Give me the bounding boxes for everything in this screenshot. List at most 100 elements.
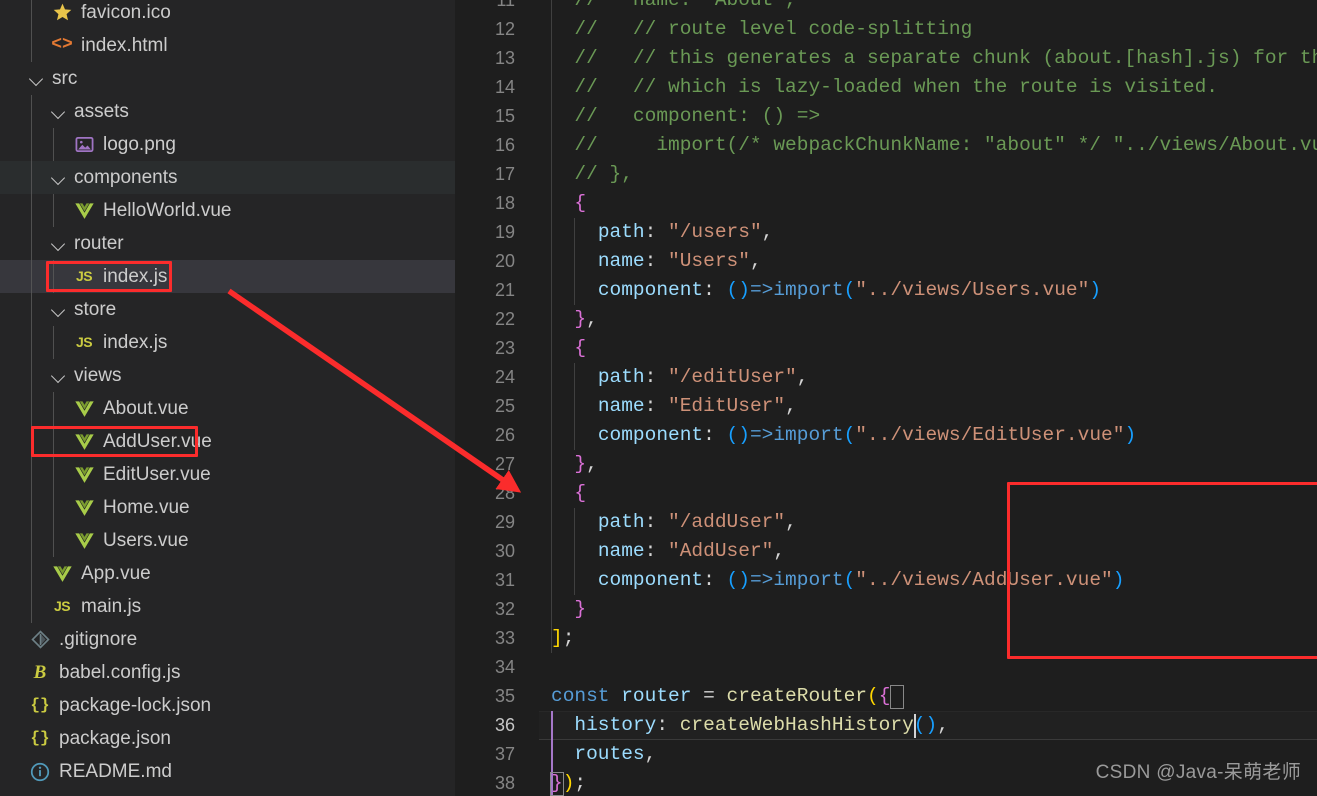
code-line-14[interactable]: 14 // // which is lazy-loaded when the r… [455, 73, 1317, 102]
tree-item-store[interactable]: store [0, 293, 455, 326]
star-icon [50, 1, 74, 25]
tree-item-package-lock-json[interactable]: {} package-lock.json [0, 689, 455, 722]
code-line-13[interactable]: 13 // // this generates a separate chunk… [455, 44, 1317, 73]
tree-item-label: main.js [81, 596, 142, 617]
tree-item-index-js[interactable]: JS index.js [0, 326, 455, 359]
code-line-12[interactable]: 12 // // route level code-splitting [455, 15, 1317, 44]
tree-item-package-json[interactable]: {} package.json [0, 722, 455, 755]
bracket-match-highlight [550, 772, 564, 796]
git-icon [28, 628, 52, 652]
token: { [574, 482, 587, 504]
tree-item-main-js[interactable]: JS main.js [0, 590, 455, 623]
vue-icon [72, 496, 96, 520]
line-number: 35 [494, 686, 515, 706]
code-line-22[interactable]: 22 }, [455, 305, 1317, 334]
token: "../views/AddUser.vue" [855, 569, 1113, 591]
token: } [574, 308, 587, 330]
chevron-down-icon[interactable] [50, 103, 67, 120]
code-text: path: "/users", [551, 218, 774, 247]
line-number: 17 [494, 164, 515, 184]
code-line-35[interactable]: 35 const router = createRouter({ [455, 682, 1317, 711]
code-line-15[interactable]: 15 // component: () => [455, 102, 1317, 131]
code-line-29[interactable]: 29 path: "/addUser", [455, 508, 1317, 537]
code-line-33[interactable]: 33]; [455, 624, 1317, 653]
token: , [586, 453, 598, 475]
tree-item-label: EditUser.vue [103, 464, 211, 485]
js-icon: JS [75, 334, 93, 350]
tree-item-label: Users.vue [103, 530, 189, 551]
chevron-down-icon[interactable] [50, 169, 67, 186]
code-line-36[interactable]: 36 history: createWebHashHistory(), [455, 711, 1317, 740]
token: : [703, 569, 727, 591]
chevron-down-icon[interactable] [28, 70, 45, 87]
tree-item-adduser-vue[interactable]: AddUser.vue [0, 425, 455, 458]
tree-item-app-vue[interactable]: App.vue [0, 557, 455, 590]
tree-item-gitignore[interactable]: .gitignore [0, 623, 455, 656]
line-number: 29 [494, 512, 515, 532]
tree-item-about-vue[interactable]: About.vue [0, 392, 455, 425]
tree-item-index-js[interactable]: JS index.js [0, 260, 455, 293]
code-line-17[interactable]: 17 // }, [455, 160, 1317, 189]
tree-item-views[interactable]: views [0, 359, 455, 392]
token: component [597, 279, 704, 301]
tree-item-components[interactable]: components [0, 161, 455, 194]
tree-item-favicon-ico[interactable]: favicon.ico [0, 0, 455, 29]
tree-item-helloworld-vue[interactable]: HelloWorld.vue [0, 194, 455, 227]
code-line-24[interactable]: 24 path: "/editUser", [455, 363, 1317, 392]
line-number: 16 [494, 135, 515, 155]
code-line-27[interactable]: 27 }, [455, 450, 1317, 479]
tree-item-users-vue[interactable]: Users.vue [0, 524, 455, 557]
code-line-26[interactable]: 26 component: ()=>import("../views/EditU… [455, 421, 1317, 450]
code-line-20[interactable]: 20 name: "Users", [455, 247, 1317, 276]
chevron-down-icon[interactable] [50, 235, 67, 252]
code-line-21[interactable]: 21 component: ()=>import("../views/Users… [455, 276, 1317, 305]
tree-item-babel-config-js[interactable]: Bbabel.config.js [0, 656, 455, 689]
token: , [785, 511, 797, 533]
tree-item-home-vue[interactable]: Home.vue [0, 491, 455, 524]
code-line-25[interactable]: 25 name: "EditUser", [455, 392, 1317, 421]
vue-icon [72, 199, 96, 223]
line-number: 21 [494, 280, 515, 300]
babel-icon: B [33, 662, 47, 683]
code-line-23[interactable]: 23 { [455, 334, 1317, 363]
code-line-18[interactable]: 18 { [455, 189, 1317, 218]
code-text: history: createWebHashHistory(), [551, 711, 948, 740]
token: : [644, 221, 669, 243]
code-line-34[interactable]: 34 [455, 653, 1317, 682]
token: // component: () => [551, 105, 821, 127]
code-line-19[interactable]: 19 path: "/users", [455, 218, 1317, 247]
chevron-down-icon[interactable] [50, 367, 67, 384]
token: ; [562, 627, 575, 649]
tree-item-router[interactable]: router [0, 227, 455, 260]
code-line-28[interactable]: 28 { [455, 479, 1317, 508]
code-editor[interactable]: 11 // name: "About", 12 // // route level… [455, 0, 1317, 796]
token: "../views/EditUser.vue" [855, 424, 1125, 446]
tree-item-label: index.js [103, 266, 168, 287]
code-line-32[interactable]: 32 } [455, 595, 1317, 624]
tree-item-src[interactable]: src [0, 62, 455, 95]
tree-indent-guide [31, 0, 32, 62]
line-number: 25 [494, 396, 515, 416]
tree-item-index-html[interactable]: <> index.html [0, 29, 455, 62]
tree-item-readme-md[interactable]: README.md [0, 755, 455, 788]
tree-indent-guide [31, 95, 32, 623]
tree-item-assets[interactable]: assets [0, 95, 455, 128]
tree-item-logo-png[interactable]: logo.png [0, 128, 455, 161]
tree-item-edituser-vue[interactable]: EditUser.vue [0, 458, 455, 491]
token: path [597, 511, 645, 533]
code-line-30[interactable]: 30 name: "AddUser", [455, 537, 1317, 566]
chevron-down-icon[interactable] [50, 301, 67, 318]
line-number: 37 [494, 744, 515, 764]
code-line-11[interactable]: 11 // name: "About", [455, 0, 1317, 15]
token: , [761, 221, 774, 243]
token: : [644, 540, 669, 562]
token: // }, [551, 163, 633, 185]
json-icon: {} [30, 696, 50, 714]
line-number: 32 [494, 599, 515, 619]
line-number: 12 [494, 19, 515, 39]
explorer-file-tree[interactable]: favicon.ico <> index.html src assets logo.png… [0, 0, 455, 796]
code-line-16[interactable]: 16 // import(/* webpackChunkName: "about… [455, 131, 1317, 160]
code-line-31[interactable]: 31 component: ()=>import("../views/AddUs… [455, 566, 1317, 595]
